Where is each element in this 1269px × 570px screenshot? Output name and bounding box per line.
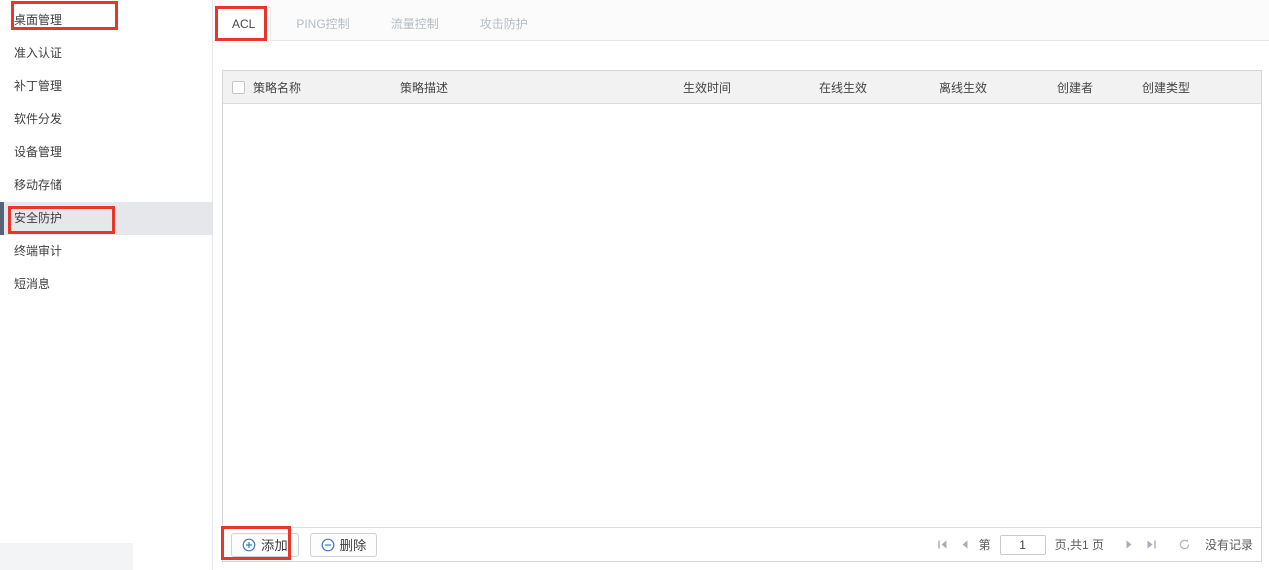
next-page-icon[interactable] xyxy=(1122,537,1137,552)
column-header-effective-time[interactable]: 生效时间 xyxy=(679,79,815,96)
content-area: ACL PING控制 流量控制 攻击防护 策略名称 策略描述 生效时间 在线生效… xyxy=(214,0,1269,570)
minus-circle-icon xyxy=(321,538,335,552)
first-page-icon[interactable] xyxy=(935,537,950,552)
page-prefix-label: 第 xyxy=(979,536,991,553)
tab-attack-defense[interactable]: 攻击防护 xyxy=(464,7,544,41)
sidebar-item-mobile-storage[interactable]: 移动存储 xyxy=(0,169,212,202)
grid-header-row: 策略名称 策略描述 生效时间 在线生效 离线生效 创建者 创建类型 xyxy=(223,71,1261,104)
delete-button[interactable]: 删除 xyxy=(310,533,378,557)
sidebar-item-sms[interactable]: 短消息 xyxy=(0,268,212,301)
empty-records-label: 没有记录 xyxy=(1205,536,1253,553)
select-all-cell xyxy=(223,81,249,94)
sidebar-item-patch-mgmt[interactable]: 补丁管理 xyxy=(0,70,212,103)
column-header-policy-name[interactable]: 策略名称 xyxy=(249,79,396,96)
sidebar-item-software-dist[interactable]: 软件分发 xyxy=(0,103,212,136)
column-header-policy-desc[interactable]: 策略描述 xyxy=(396,79,679,96)
sidebar-menu: 桌面管理 准入认证 补丁管理 软件分发 设备管理 移动存储 安全防护 终端审计 … xyxy=(0,0,212,301)
column-header-online-effective[interactable]: 在线生效 xyxy=(815,79,935,96)
column-header-create-type[interactable]: 创建类型 xyxy=(1138,79,1261,96)
sidebar-item-desktop-mgmt[interactable]: 桌面管理 xyxy=(0,4,212,37)
sidebar-item-security-protection[interactable]: 安全防护 xyxy=(0,202,212,235)
grid-body-empty xyxy=(223,104,1261,527)
sidebar: 桌面管理 准入认证 补丁管理 软件分发 设备管理 移动存储 安全防护 终端审计 … xyxy=(0,0,213,570)
select-all-checkbox[interactable] xyxy=(232,81,245,94)
delete-button-label: 删除 xyxy=(340,535,367,554)
tab-acl[interactable]: ACL xyxy=(216,7,271,41)
tab-ping-control[interactable]: PING控制 xyxy=(280,7,365,41)
policy-grid: 策略名称 策略描述 生效时间 在线生效 离线生效 创建者 创建类型 xyxy=(222,70,1262,562)
column-header-offline-effective[interactable]: 离线生效 xyxy=(935,79,1053,96)
prev-page-icon[interactable] xyxy=(957,537,972,552)
add-button[interactable]: 添加 xyxy=(231,533,299,557)
plus-circle-icon xyxy=(242,538,256,552)
add-button-label: 添加 xyxy=(261,535,288,554)
sidebar-item-terminal-audit[interactable]: 终端审计 xyxy=(0,235,212,268)
tab-bar: ACL PING控制 流量控制 攻击防护 xyxy=(214,0,1269,41)
sidebar-bottom-shade xyxy=(0,543,133,570)
page-suffix-label: 页,共1 页 xyxy=(1055,536,1104,553)
page-number-input[interactable] xyxy=(1000,535,1046,555)
refresh-icon[interactable] xyxy=(1177,537,1192,552)
grid-toolbar: 添加 删除 xyxy=(223,527,1261,561)
pagination-bar: 第 页,共1 页 xyxy=(935,535,1253,555)
tab-traffic-control[interactable]: 流量控制 xyxy=(375,7,455,41)
last-page-icon[interactable] xyxy=(1144,537,1159,552)
security-policy-page: 桌面管理 准入认证 补丁管理 软件分发 设备管理 移动存储 安全防护 终端审计 … xyxy=(0,0,1269,570)
column-header-creator[interactable]: 创建者 xyxy=(1053,79,1138,96)
sidebar-item-access-auth[interactable]: 准入认证 xyxy=(0,37,212,70)
sidebar-item-device-mgmt[interactable]: 设备管理 xyxy=(0,136,212,169)
